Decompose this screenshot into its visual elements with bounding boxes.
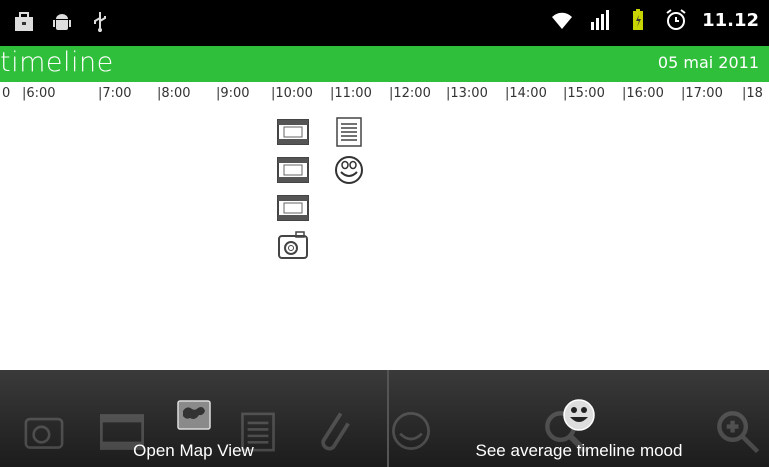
video-icon[interactable] [276,154,310,186]
open-map-view-button[interactable]: Open Map View [0,370,387,467]
map-icon [176,400,211,430]
hour-tick: |14:00 [505,86,547,101]
hour-tick: |10:00 [271,86,313,101]
average-mood-label: See average timeline mood [475,441,683,460]
hour-tick: |12:00 [389,86,431,101]
battery-icon [633,9,644,30]
hour-tick: |13:00 [446,86,488,101]
hour-tick: |6:00 [22,86,56,101]
mood-face-icon [563,399,595,431]
hour-tick: |9:00 [216,86,250,101]
briefcase-icon [15,12,33,31]
timeline-canvas[interactable] [0,108,769,370]
video-icon[interactable] [276,192,310,224]
android-icon [53,14,71,30]
usb-icon [94,12,106,32]
signal-icon [591,10,610,30]
note-icon[interactable] [332,116,366,148]
average-mood-button[interactable]: See average timeline mood [389,370,769,467]
hour-tick: |7:00 [98,86,132,101]
wifi-icon [552,12,573,29]
status-bar: 11.12 [0,0,769,46]
timeline-date: 05 mai 2011 [657,53,759,72]
hour-tick: 0 [2,86,11,101]
mood-icon[interactable] [332,154,366,186]
hour-tick: |8:00 [157,86,191,101]
app-title: timeline [0,47,114,78]
hour-ruler[interactable]: 0 |6:00 |7:00 |8:00 |9:00 |10:00 |11:00 |12:00 |… [0,82,769,108]
video-icon[interactable] [276,116,310,148]
bottom-action-bar: Open Map View See average timeline mood [0,370,769,467]
hour-tick: |15:00 [563,86,605,101]
alarm-icon [666,9,686,30]
hour-tick: |18 [742,86,763,101]
hour-tick: |17:00 [681,86,723,101]
title-bar: timeline 05 mai 2011 [0,46,769,82]
status-clock: 11.12 [702,9,759,31]
hour-tick: |16:00 [622,86,664,101]
photo-icon[interactable] [276,230,310,262]
hour-tick: |11:00 [330,86,372,101]
open-map-view-label: Open Map View [133,441,254,460]
